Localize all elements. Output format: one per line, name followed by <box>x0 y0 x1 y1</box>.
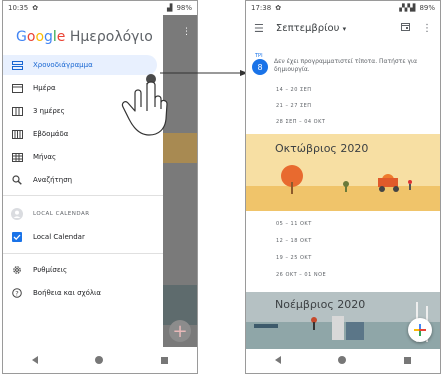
help-icon: ? <box>11 287 23 299</box>
drawer-item-help[interactable]: ? Βοήθεια και σχόλια <box>3 283 163 303</box>
settings-gear-icon: ✿ <box>275 4 282 12</box>
add-event-button[interactable] <box>408 318 432 342</box>
signal-icon: ▟ <box>167 4 173 12</box>
three-day-icon <box>11 105 23 117</box>
battery-level: 98% <box>176 4 192 12</box>
week-range[interactable]: 14 – 20 ΣΕΠ <box>276 87 312 93</box>
month-icon <box>11 151 23 163</box>
dimmed-month-band-2 <box>163 285 197 325</box>
week-range[interactable]: 28 ΣΕΠ – 04 ΟΚΤ <box>276 119 325 125</box>
week-range[interactable]: 05 – 11 ΟΚΤ <box>276 221 312 227</box>
drawer-item-label: Εβδομάδα <box>33 130 69 138</box>
recents-button[interactable] <box>404 356 412 364</box>
plus-icon <box>414 324 426 336</box>
dropdown-arrow-icon: ▾ <box>342 24 347 33</box>
system-navigation-bar <box>3 347 197 373</box>
calendar-account-header: LOCAL CALENDAR <box>3 204 163 224</box>
month-selector[interactable]: Σεπτεμβρίου ▾ <box>276 23 389 34</box>
status-time: 10:35 <box>8 4 29 12</box>
navigation-drawer: Google Ημερολόγιο Χρονοδιάγραμμα Ημέρα 3… <box>3 15 163 347</box>
right-phone-screen: 17:38 ✿ ▞▞▟ 89% ☰ Σεπτεμβρίου ▾ ⋮ ΤΡΙ 8 … <box>245 0 441 374</box>
settings-gear-icon: ✿ <box>32 4 39 12</box>
dimmed-add-icon: + <box>169 320 191 342</box>
month-title: Σεπτεμβρίου <box>275 22 340 34</box>
drawer-item-label: Ημέρα <box>33 84 56 92</box>
status-bar: 17:38 ✿ ▞▞▟ 89% <box>246 1 440 15</box>
week-icon <box>11 128 23 140</box>
month-banner-october: Οκτώβριος 2020 <box>246 134 440 211</box>
battery-level: 89% <box>419 4 435 12</box>
divider <box>3 195 163 196</box>
drawer-item-label: Ρυθμίσεις <box>33 266 68 274</box>
svg-text:?: ? <box>15 289 18 297</box>
app-bar: ☰ Σεπτεμβρίου ▾ ⋮ <box>246 15 440 41</box>
drawer-item-settings[interactable]: Ρυθμίσεις <box>3 260 163 280</box>
calendar-toggle-label: Local Calendar <box>33 233 85 241</box>
drawer-item-search[interactable]: Αναζήτηση <box>3 170 163 190</box>
home-button[interactable] <box>338 356 347 364</box>
drawer-item-label: Βοήθεια και σχόλια <box>33 289 102 297</box>
week-range[interactable]: 26 ΟΚΤ – 01 ΝΟΕ <box>276 272 326 278</box>
calendar-account-label: LOCAL CALENDAR <box>33 211 90 217</box>
home-button[interactable] <box>95 356 104 364</box>
signal-icon: ▞▞▟ <box>399 4 416 12</box>
left-phone-screen: 10:35 ✿ ▟ 98% ⋮ + Google Ημερολόγιο Χρον… <box>2 0 198 374</box>
drawer-item-month[interactable]: Μήνας <box>3 147 163 167</box>
checkbox-checked-icon[interactable] <box>11 231 23 243</box>
month-banner-title: Νοέμβριος 2020 <box>275 298 366 311</box>
day-icon <box>11 82 23 94</box>
recents-button[interactable] <box>161 356 169 364</box>
tap-gesture-hand-icon <box>121 74 168 136</box>
gear-icon <box>11 264 23 276</box>
more-options-icon: ⋮ <box>182 27 191 37</box>
schedule-icon <box>11 59 23 71</box>
transition-arrow <box>160 70 248 76</box>
month-banner-title: Οκτώβριος 2020 <box>275 142 369 155</box>
account-avatar-icon <box>11 208 23 220</box>
calendar-toggle-local[interactable]: Local Calendar <box>3 227 163 247</box>
divider <box>3 253 163 254</box>
drawer-item-label: Αναζήτηση <box>33 176 73 184</box>
today-date-badge[interactable]: 8 <box>252 59 268 75</box>
app-title: Google Ημερολόγιο <box>16 29 153 45</box>
back-button[interactable] <box>31 356 38 364</box>
search-icon <box>11 174 23 186</box>
drawer-item-label: 3 ημέρες <box>33 107 65 115</box>
week-range[interactable]: 19 – 25 ΟΚΤ <box>276 255 312 261</box>
status-bar: 10:35 ✿ ▟ 98% <box>3 1 197 15</box>
drawer-item-schedule[interactable]: Χρονοδιάγραμμα <box>3 55 157 75</box>
week-range[interactable]: 12 – 18 ΟΚΤ <box>276 238 312 244</box>
week-range[interactable]: 21 – 27 ΣΕΠ <box>276 103 312 109</box>
today-calendar-icon[interactable] <box>401 22 410 34</box>
back-button[interactable] <box>274 356 281 364</box>
status-time: 17:38 <box>251 4 272 12</box>
drawer-item-label: Χρονοδιάγραμμα <box>33 61 93 69</box>
drawer-item-label: Μήνας <box>33 153 57 161</box>
no-events-message[interactable]: Δεν έχει προγραμματιστεί τίποτα. Πατήστε… <box>274 58 424 74</box>
hamburger-menu-icon[interactable]: ☰ <box>254 22 264 35</box>
system-navigation-bar <box>246 347 440 373</box>
more-options-icon[interactable]: ⋮ <box>422 23 432 34</box>
